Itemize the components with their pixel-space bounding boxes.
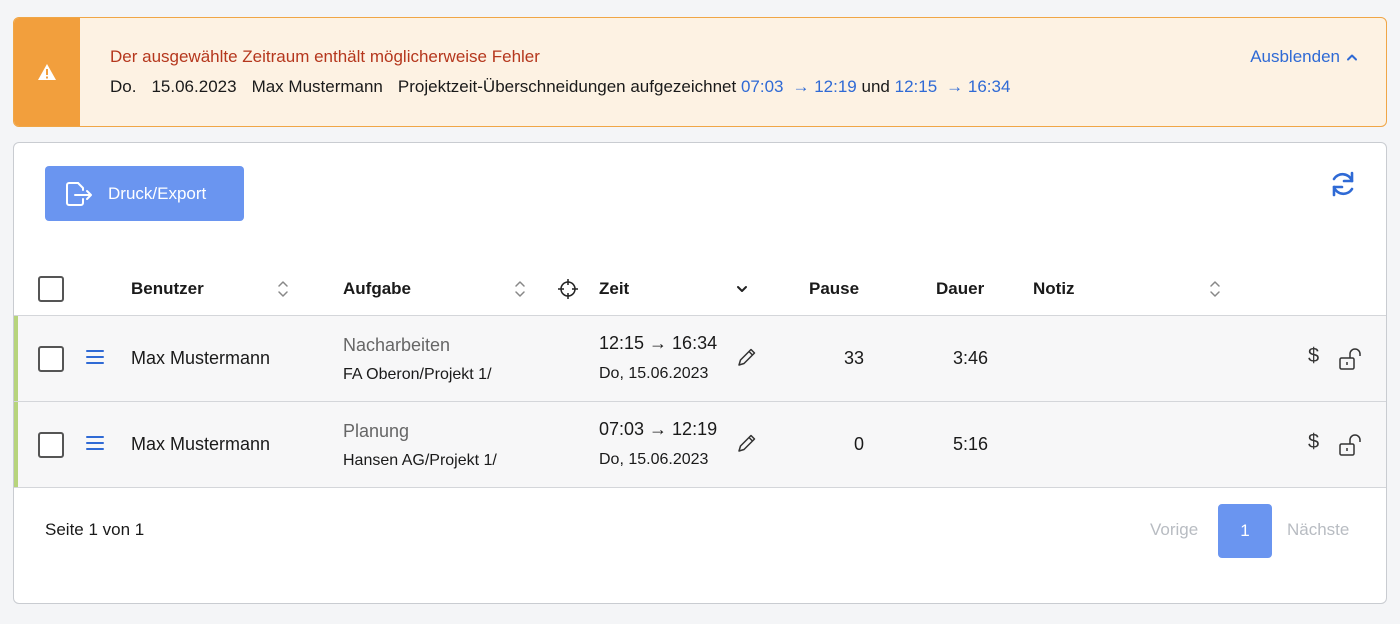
billable-icon[interactable]: $ <box>1308 345 1319 368</box>
chevron-up-icon <box>1347 54 1357 61</box>
table-bottom-divider <box>14 487 1386 488</box>
refresh-icon <box>1332 171 1354 197</box>
row-status-bar <box>14 402 18 487</box>
refresh-button[interactable] <box>1328 169 1358 204</box>
row-task: Nacharbeiten <box>343 335 451 355</box>
alert-title: Der ausgewählte Zeitraum enthält möglich… <box>110 47 540 66</box>
row-checkbox[interactable] <box>38 346 64 372</box>
column-header-task[interactable]: Aufgabe <box>343 278 411 300</box>
menu-icon[interactable] <box>86 349 104 365</box>
table-header: Benutzer Aufgabe Zeit Pause Dauer Notiz <box>14 265 1386 315</box>
alert-range2-end[interactable]: → 16:34 <box>946 77 1010 96</box>
row-date: Do, 15.06.2023 <box>599 365 709 382</box>
export-icon <box>66 181 92 206</box>
row-task: Planung <box>343 421 410 441</box>
current-page-button[interactable]: 1 <box>1218 504 1272 558</box>
row-pause: 0 <box>853 434 864 454</box>
alert-range1-start[interactable]: 07:03 <box>741 77 784 96</box>
alert-day: Do. <box>110 77 137 96</box>
row-user: Max Mustermann <box>131 434 271 454</box>
unlock-icon[interactable] <box>1338 347 1364 371</box>
menu-icon[interactable] <box>86 435 104 451</box>
table-row[interactable]: Max Mustermann Planung Hansen AG/Projekt… <box>14 401 1386 487</box>
row-project: FA Oberon/Projekt 1/ <box>343 366 492 383</box>
hide-alert-label: Ausblenden <box>1250 47 1340 66</box>
alert-date: 15.06.2023 <box>151 77 237 96</box>
row-user: Max Mustermann <box>131 348 271 368</box>
alert-detail: Do. 15.06.2023 Max Mustermann Projektzeit-Ü… <box>110 76 1386 98</box>
row-duration: 3:46 <box>952 348 988 368</box>
row-time: 07:03 → 12:19 <box>599 419 718 439</box>
select-all-checkbox[interactable] <box>38 276 64 302</box>
column-header-duration: Dauer <box>936 279 985 298</box>
column-header-time[interactable]: Zeit <box>599 278 629 300</box>
print-export-label: Druck/Export <box>108 183 207 203</box>
alert-connector: und <box>861 77 890 96</box>
column-header-note[interactable]: Notiz <box>1033 278 1075 300</box>
pencil-icon[interactable] <box>736 432 758 454</box>
time-entries-panel: Druck/Export Benutzer Aufgabe Zeit Pause… <box>13 142 1387 604</box>
sort-task-icon[interactable] <box>513 277 527 301</box>
sort-note-icon[interactable] <box>1208 277 1222 301</box>
alert-side-bar <box>14 18 80 126</box>
pencil-icon[interactable] <box>736 346 758 368</box>
row-project: Hansen AG/Projekt 1/ <box>343 452 497 469</box>
sort-user-icon[interactable] <box>276 277 290 301</box>
column-header-pause: Pause <box>809 279 860 298</box>
alert-message: Projektzeit-Überschneidungen aufgezeichn… <box>397 77 737 96</box>
row-pause: 33 <box>843 348 864 368</box>
warning-icon <box>38 64 56 80</box>
hide-alert-button[interactable]: Ausblenden <box>1250 46 1358 68</box>
next-page-button[interactable]: Nächste <box>1287 519 1349 541</box>
alert-user: Max Mustermann <box>251 77 383 96</box>
page-info: Seite 1 von 1 <box>45 520 145 539</box>
billable-icon[interactable]: $ <box>1308 431 1319 454</box>
previous-page-button[interactable]: Vorige <box>1150 519 1198 541</box>
row-status-bar <box>14 316 18 401</box>
row-duration: 5:16 <box>952 434 988 454</box>
row-date: Do, 15.06.2023 <box>599 451 709 468</box>
unlock-icon[interactable] <box>1338 433 1364 457</box>
table-row[interactable]: Max Mustermann Nacharbeiten FA Oberon/Pr… <box>14 315 1386 401</box>
column-header-user[interactable]: Benutzer <box>131 278 204 300</box>
alert-range1-end[interactable]: → 12:19 <box>793 77 857 96</box>
row-checkbox[interactable] <box>38 432 64 458</box>
chevron-down-icon[interactable] <box>735 277 749 301</box>
alert-body: Der ausgewählte Zeitraum enthält möglich… <box>80 18 1386 126</box>
print-export-button[interactable]: Druck/Export <box>45 166 244 221</box>
row-time: 12:15 → 16:34 <box>599 333 718 353</box>
alert-range2-start[interactable]: 12:15 <box>895 77 938 96</box>
warning-alert: Der ausgewählte Zeitraum enthält möglich… <box>13 17 1387 127</box>
crosshair-icon[interactable] <box>557 277 579 301</box>
